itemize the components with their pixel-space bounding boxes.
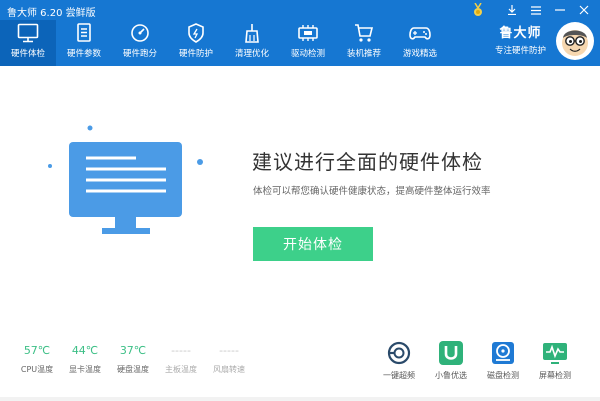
- status-bar: [0, 397, 600, 401]
- nav-label: 硬件跑分: [122, 49, 157, 59]
- medal-icon[interactable]: [466, 2, 490, 18]
- quick-tools: 一键超频 小鲁优选 磁盘检测 屏幕检测: [374, 340, 582, 381]
- nav-label: 硬件体检: [10, 49, 45, 59]
- brand-tagline: 专注硬件防护: [494, 46, 546, 56]
- cart-icon: [355, 24, 374, 42]
- tool-disk-check[interactable]: 磁盘检测: [478, 340, 528, 381]
- brand: 鲁大师 专注硬件防护: [495, 22, 546, 56]
- minimize-icon[interactable]: [548, 2, 572, 18]
- stat-label: CPU温度: [20, 365, 54, 374]
- nav-item-build-recommend[interactable]: 装机推荐: [336, 20, 392, 66]
- stat-cpu-temp: 57℃ CPU温度: [16, 344, 58, 375]
- broom-icon: [245, 24, 259, 43]
- start-check-button[interactable]: 开始体检: [253, 227, 373, 261]
- stat-disk-temp: 37℃ 硬盘温度: [112, 344, 154, 375]
- title-bar: 鲁大师 6.20 尝鲜版 硬件体检 硬件参数 硬件跑分 硬件防护 清理优化 驱动…: [0, 0, 600, 66]
- u-shop-icon: [438, 340, 464, 366]
- stat-value: 37℃: [119, 344, 147, 357]
- gamepad-icon: [409, 27, 431, 40]
- stat-label: 硬盘温度: [117, 365, 149, 374]
- stat-label: 显卡温度: [69, 365, 101, 374]
- temperature-stats: 57℃ CPU温度 44℃ 显卡温度 37℃ 硬盘温度 ----- 主板温度 -…: [16, 344, 256, 375]
- nav-item-cleanup[interactable]: 清理优化: [224, 20, 280, 66]
- brand-name: 鲁大师: [499, 26, 542, 41]
- stat-value: -----: [219, 344, 239, 357]
- tool-label: 磁盘检测: [487, 371, 519, 380]
- nav-label: 硬件参数: [66, 49, 101, 59]
- mascot-avatar[interactable]: [556, 22, 594, 60]
- stat-label: 主板温度: [165, 365, 197, 374]
- nav-item-game-picks[interactable]: 游戏精选: [392, 20, 448, 66]
- nav-item-benchmark[interactable]: 硬件跑分: [112, 20, 168, 66]
- nav-item-driver-check[interactable]: 驱动检测: [280, 20, 336, 66]
- page-subline: 体检可以帮您确认硬件健康状态，提高硬件整体运行效率: [253, 186, 491, 197]
- screen-test-icon: [542, 340, 568, 366]
- overclock-icon: [386, 340, 412, 366]
- chip-icon: [298, 25, 318, 41]
- nav-label: 游戏精选: [402, 49, 437, 59]
- disk-icon: [490, 340, 516, 366]
- monitor-icon: [17, 23, 39, 43]
- speedometer-icon: [131, 24, 149, 42]
- download-icon[interactable]: [500, 2, 524, 18]
- stat-board-temp: ----- 主板温度: [160, 344, 202, 375]
- menu-icon[interactable]: [524, 2, 548, 18]
- page-headline: 建议进行全面的硬件体检: [252, 150, 483, 174]
- document-icon: [77, 23, 91, 42]
- tool-label: 一键超频: [383, 371, 415, 380]
- stat-value: 57℃: [23, 344, 51, 357]
- tool-label: 屏幕检测: [539, 371, 571, 380]
- app-title: 鲁大师 6.20 尝鲜版: [7, 8, 96, 19]
- nav-item-protection[interactable]: 硬件防护: [168, 20, 224, 66]
- nav-label: 驱动检测: [290, 49, 325, 59]
- tool-xiaolu-picks[interactable]: 小鲁优选: [426, 340, 476, 381]
- stat-value: -----: [171, 344, 191, 357]
- close-icon[interactable]: [572, 2, 596, 18]
- shield-icon: [188, 23, 204, 43]
- nav-label: 硬件防护: [178, 49, 213, 59]
- monitor-illustration: [48, 125, 203, 234]
- nav-item-hardware-check[interactable]: 硬件体检: [0, 20, 56, 66]
- nav-item-hardware-params[interactable]: 硬件参数: [56, 20, 112, 66]
- stat-fan-speed: ----- 风扇转速: [208, 344, 250, 375]
- stat-gpu-temp: 44℃ 显卡温度: [64, 344, 106, 375]
- nav-label: 清理优化: [234, 49, 269, 59]
- main-nav: 硬件体检 硬件参数 硬件跑分 硬件防护 清理优化 驱动检测 装机推荐 游戏精选: [0, 20, 448, 66]
- stat-value: 44℃: [71, 344, 99, 357]
- nav-label: 装机推荐: [346, 49, 381, 59]
- tool-screen-check[interactable]: 屏幕检测: [530, 340, 580, 381]
- stat-label: 风扇转速: [213, 365, 245, 374]
- tool-overclock[interactable]: 一键超频: [374, 340, 424, 381]
- window-controls: [466, 2, 596, 18]
- tool-label: 小鲁优选: [435, 371, 467, 380]
